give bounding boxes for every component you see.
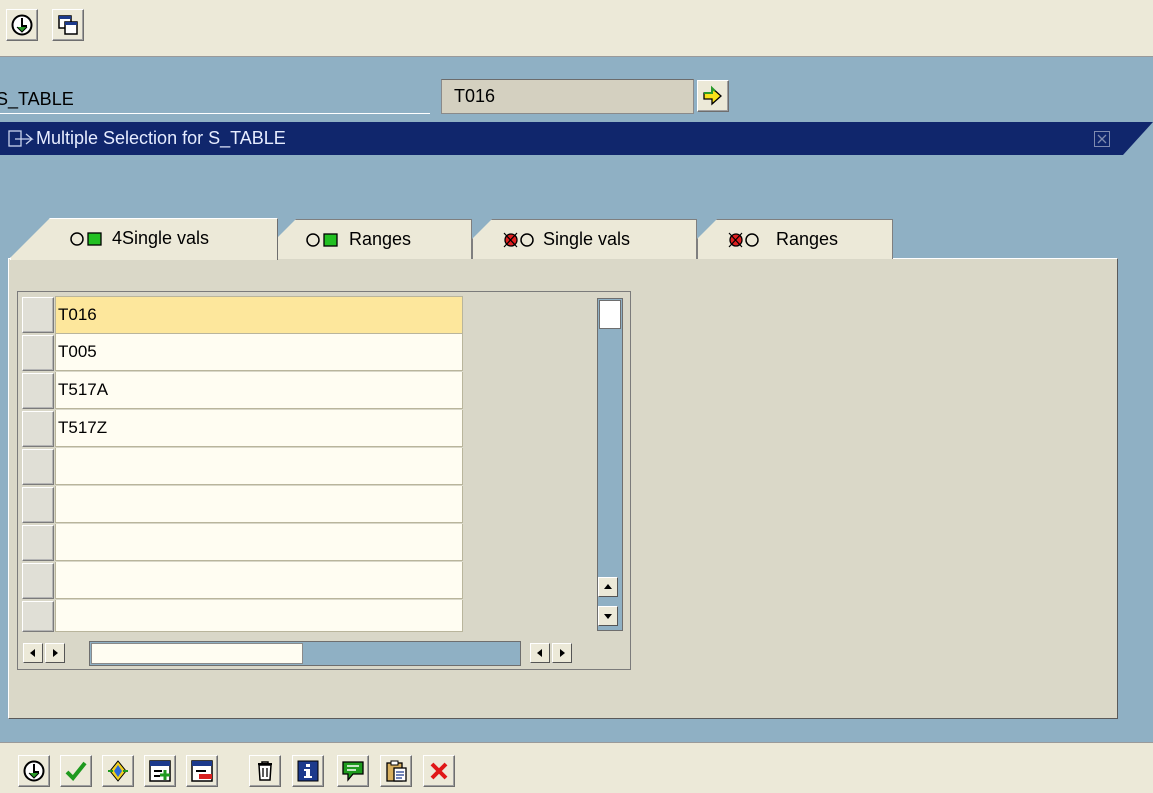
cancel-button[interactable] (423, 755, 455, 787)
row-selector[interactable] (22, 373, 54, 409)
insert-line-icon (149, 760, 171, 782)
field-label-text: S_TABLE (0, 89, 74, 109)
table-cell[interactable] (55, 524, 463, 561)
green-status-icon (306, 233, 338, 247)
bottom-toolbar (0, 742, 1153, 793)
checkmark-icon (65, 761, 87, 781)
vertical-scroll-thumb[interactable] (599, 300, 621, 329)
scroll-right-button-2[interactable] (552, 643, 572, 663)
table-cell[interactable]: T517A (55, 372, 463, 409)
copy-button[interactable] (60, 755, 92, 787)
row-selector[interactable] (22, 525, 54, 561)
multiple-selection-icon (108, 760, 128, 782)
arrow-right-small-icon (53, 649, 58, 657)
trash-icon (258, 761, 272, 781)
arrow-left-icon (30, 649, 35, 657)
arrow-up-icon (604, 584, 612, 589)
dialog-close-button[interactable] (1094, 131, 1110, 147)
tab-single-vals-include[interactable]: 4Single vals (10, 218, 278, 260)
green-status-icon (70, 232, 102, 246)
table-cell[interactable]: T016 (55, 296, 463, 334)
arrow-down-icon (604, 614, 612, 619)
row-selector[interactable] (22, 297, 54, 333)
scroll-left-button[interactable] (23, 643, 43, 663)
insert-line-button[interactable] (144, 755, 176, 787)
tab-ranges-include[interactable]: Ranges (276, 219, 472, 259)
table-cell[interactable] (55, 486, 463, 523)
import-text-button[interactable] (337, 755, 369, 787)
import-text-icon (342, 761, 364, 782)
table-cell[interactable] (55, 600, 463, 632)
red-status-icon (503, 232, 534, 248)
tab-label: Ranges (776, 229, 839, 249)
execute-icon (23, 760, 45, 782)
help-button[interactable] (292, 755, 324, 787)
horizontal-scrollbar[interactable] (89, 641, 521, 666)
info-icon (297, 760, 319, 782)
field-value-input[interactable]: T016 (441, 79, 694, 114)
close-icon (1095, 132, 1109, 146)
arrow-right-small-icon (560, 649, 565, 657)
row-selector[interactable] (22, 449, 54, 485)
tab-label: 4Single vals (112, 228, 210, 248)
top-toolbar (0, 0, 1153, 57)
row-selector[interactable] (22, 335, 54, 371)
paste-clipboard-icon (386, 760, 407, 782)
table-cell[interactable] (55, 448, 463, 485)
execute-button[interactable] (18, 755, 50, 787)
row-selector[interactable] (22, 563, 54, 599)
field-value-text: T016 (454, 86, 496, 106)
table-cell[interactable]: T517Z (55, 410, 463, 447)
arrow-left-icon (537, 649, 542, 657)
horizontal-scroll-thumb[interactable] (91, 643, 303, 664)
tab-label: Single vals (543, 229, 631, 249)
multiple-selection-button[interactable] (102, 755, 134, 787)
tab-ranges-exclude[interactable]: Ranges (697, 219, 893, 259)
execute-button[interactable] (6, 9, 38, 41)
field-label: S_TABLE (0, 84, 430, 114)
scroll-down-button[interactable] (598, 606, 618, 626)
table-cell[interactable] (55, 562, 463, 599)
copy-screen-button[interactable] (52, 9, 84, 41)
arrow-right-icon (703, 85, 722, 106)
delete-line-button[interactable] (186, 755, 218, 787)
delete-line-icon (191, 760, 213, 782)
dialog-title-bar[interactable]: Multiple Selection for S_TABLE (0, 122, 1153, 155)
scroll-left-button-2[interactable] (530, 643, 550, 663)
table-cell[interactable]: T005 (55, 334, 463, 371)
execute-icon (11, 14, 33, 36)
dialog-title: Multiple Selection for S_TABLE (36, 128, 286, 148)
tab-label: Ranges (349, 229, 412, 249)
row-selector[interactable] (22, 487, 54, 523)
row-selector[interactable] (22, 601, 54, 632)
row-selector[interactable] (22, 411, 54, 447)
delete-all-button[interactable] (249, 755, 281, 787)
upload-clipboard-button[interactable] (380, 755, 412, 787)
red-status-icon (728, 232, 759, 248)
multiple-selection-button[interactable] (697, 80, 729, 112)
dialog-icon (8, 130, 34, 148)
scroll-right-button[interactable] (45, 643, 65, 663)
cancel-icon (430, 762, 448, 780)
scroll-up-button[interactable] (598, 577, 618, 597)
tab-single-vals-exclude[interactable]: Single vals (472, 219, 697, 259)
copy-screen-icon (58, 15, 78, 35)
